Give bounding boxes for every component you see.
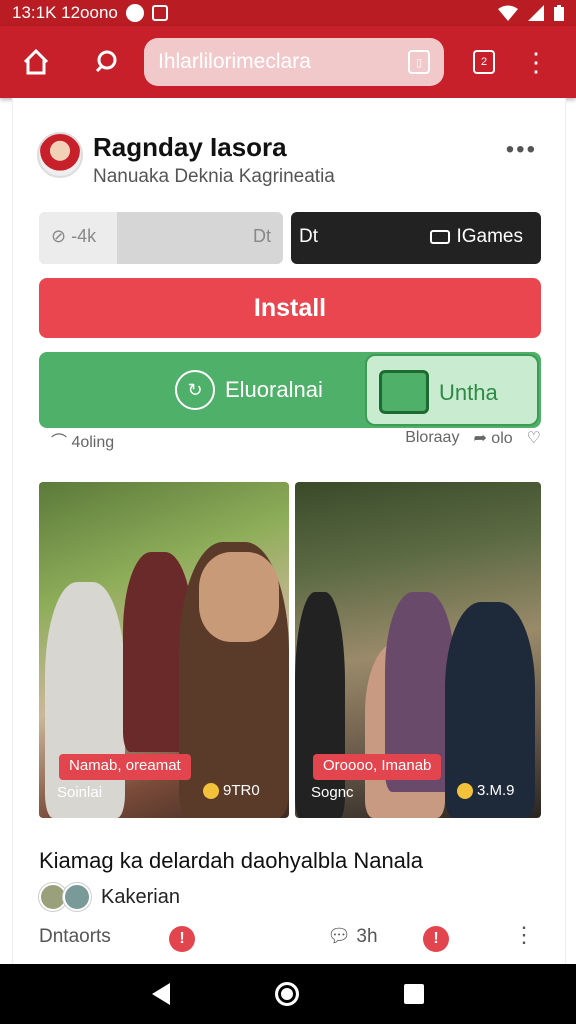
home-icon: [23, 48, 49, 75]
share-icon: ➦: [473, 430, 487, 447]
green-right-button[interactable]: Unthа: [365, 354, 539, 426]
more-options-button[interactable]: •••: [506, 136, 537, 164]
games-button[interactable]: Dt IGames: [291, 212, 541, 264]
status-bar: 13:1K 12oono: [0, 0, 576, 26]
wifi-icon: [498, 5, 518, 21]
author-avatar[interactable]: [37, 132, 83, 178]
url-bar[interactable]: Ihlarlilorimeclara ▯: [144, 38, 444, 86]
browser-toolbar: Ihlarlilorimeclara ▯ 2 ⋮: [0, 26, 576, 98]
authors-label: Kakerian: [101, 885, 180, 908]
author-subtitle: Nanuaka Deknia Kagrineatia: [93, 166, 335, 187]
article-title[interactable]: Kiamag ka delardah daohyalbla Nanala: [39, 848, 423, 874]
coin-icon: [203, 782, 219, 799]
meta-right-label: Bloraay: [405, 429, 460, 446]
battery-icon: [554, 5, 564, 21]
back-icon[interactable]: [152, 983, 171, 1005]
share-button[interactable]: ➦ olo: [473, 428, 512, 448]
green-left-label: Eluoralnai: [225, 377, 323, 402]
install-button[interactable]: Install: [39, 278, 541, 338]
info-icon[interactable]: !: [423, 926, 449, 952]
actions-left-label[interactable]: Dntaorts: [39, 926, 111, 948]
site-info-icon: [95, 50, 117, 73]
notification-icon: [125, 4, 144, 22]
author-name[interactable]: Ragnday Iasora: [93, 132, 287, 163]
photo-caption: Sognc: [311, 784, 354, 801]
photo-caption: Soinlai: [57, 784, 103, 801]
photo-tag: Oroooo, Imanab: [313, 754, 442, 780]
tabs-button[interactable]: 2: [462, 40, 506, 84]
photo-figure: [45, 582, 125, 818]
comment-count[interactable]: ⌒ 4oling: [51, 428, 114, 452]
progress-right-label: Dt: [253, 226, 271, 246]
gamepad-icon: [430, 230, 451, 244]
article-authors[interactable]: Kakerian: [39, 880, 180, 914]
like-heart-icon[interactable]: ♡: [527, 428, 541, 448]
games-left-label: Dt: [299, 226, 318, 247]
home-nav-icon[interactable]: [274, 982, 299, 1006]
author-avatar: [63, 883, 91, 911]
menu-button[interactable]: ⋮: [514, 40, 558, 84]
kebab-menu-icon: ⋮: [523, 46, 549, 77]
message-icon: [151, 5, 168, 21]
recents-icon[interactable]: [403, 984, 424, 1004]
home-button[interactable]: [14, 40, 58, 84]
progress-button[interactable]: ⊘ -4k Dt: [39, 212, 283, 264]
page-content: Ragnday Iasora Nanuaka Deknia Kagrineati…: [12, 98, 566, 964]
alert-icon[interactable]: !: [169, 926, 195, 952]
photo-coin: 9TR0: [203, 782, 260, 799]
photo-tag: Namab, oreamat: [59, 754, 191, 780]
app-icon: [379, 370, 429, 414]
article-more-button[interactable]: ⋮: [513, 922, 535, 948]
action-row: ⊘ -4k Dt Dt IGames: [39, 212, 541, 264]
post-meta: ⌒ 4oling Bloraay ➦ olo ♡: [39, 428, 541, 456]
photo-face: [199, 552, 279, 642]
tab-count: 2: [473, 50, 495, 74]
green-right-label: Unthа: [439, 380, 498, 405]
status-time: 13:1K 12oono: [12, 3, 118, 22]
refresh-icon: ↻: [175, 370, 215, 410]
green-action-button[interactable]: ↻ Eluoralnai Unthа: [39, 352, 541, 428]
comment-icon: 💬︎: [327, 926, 352, 947]
reader-mode-icon[interactable]: ▯: [408, 50, 430, 74]
system-nav-bar: [0, 964, 576, 1024]
post-header: Ragnday Iasora Nanuaka Deknia Kagrineati…: [37, 132, 537, 192]
signal-icon: [528, 5, 544, 21]
coin-icon: [457, 782, 473, 799]
site-info-button[interactable]: [84, 40, 128, 84]
photo-coin: 3.M.9: [457, 782, 515, 799]
article-actions: Dntaorts ! 💬︎ 3h ! ⋮: [39, 922, 541, 954]
photo-1[interactable]: Namab, oreamat Soinlai 9TR0: [39, 482, 289, 818]
progress-left-label: ⊘ -4k: [51, 226, 97, 246]
games-label: IGames: [456, 226, 523, 247]
url-text: Ihlarlilorimeclara: [158, 50, 311, 73]
comment-button[interactable]: 💬︎ 3h: [327, 924, 378, 948]
photo-2[interactable]: Oroooo, Imanab Sognc 3.M.9: [295, 482, 541, 818]
